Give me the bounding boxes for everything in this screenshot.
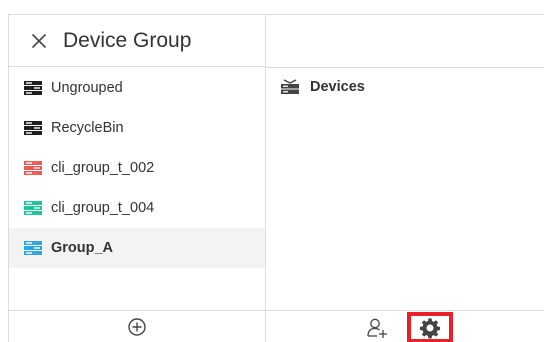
devices-row[interactable]: Devices: [266, 68, 544, 106]
server-group-icon: [24, 161, 42, 175]
gear-icon: [419, 317, 441, 339]
server-group-icon: [24, 201, 42, 215]
group-label: cli_group_t_004: [51, 200, 155, 216]
add-circle-icon[interactable]: [127, 317, 147, 337]
devices-panel-footer: [266, 310, 544, 342]
settings-button[interactable]: [407, 312, 453, 342]
group-item-recyclebin[interactable]: RecycleBin: [9, 108, 265, 148]
group-panel-footer: [9, 310, 265, 342]
devices-icon: [281, 79, 299, 94]
group-label: RecycleBin: [51, 120, 124, 136]
group-list: Ungrouped RecycleBin cli_group_t_002 cli…: [9, 68, 265, 268]
panel-divider: [265, 14, 266, 342]
devices-label: Devices: [310, 79, 365, 95]
group-item-group-a[interactable]: Group_A: [9, 228, 265, 268]
server-group-icon: [24, 81, 42, 95]
group-item-ungrouped[interactable]: Ungrouped: [9, 68, 265, 108]
server-group-icon: [24, 241, 42, 255]
group-label: cli_group_t_002: [51, 160, 155, 176]
server-group-icon: [24, 121, 42, 135]
device-group-window: Device Group Ungrouped RecycleBin cli_gr…: [0, 0, 544, 342]
group-label: Group_A: [51, 240, 114, 256]
panel-title: Device Group: [63, 28, 192, 52]
group-label: Ungrouped: [51, 80, 123, 96]
add-user-icon[interactable]: [366, 317, 388, 339]
group-item-cli-group-t-004[interactable]: cli_group_t_004: [9, 188, 265, 228]
close-icon[interactable]: [29, 31, 49, 51]
group-item-cli-group-t-002[interactable]: cli_group_t_002: [9, 148, 265, 188]
group-panel-header: Device Group: [9, 15, 265, 67]
